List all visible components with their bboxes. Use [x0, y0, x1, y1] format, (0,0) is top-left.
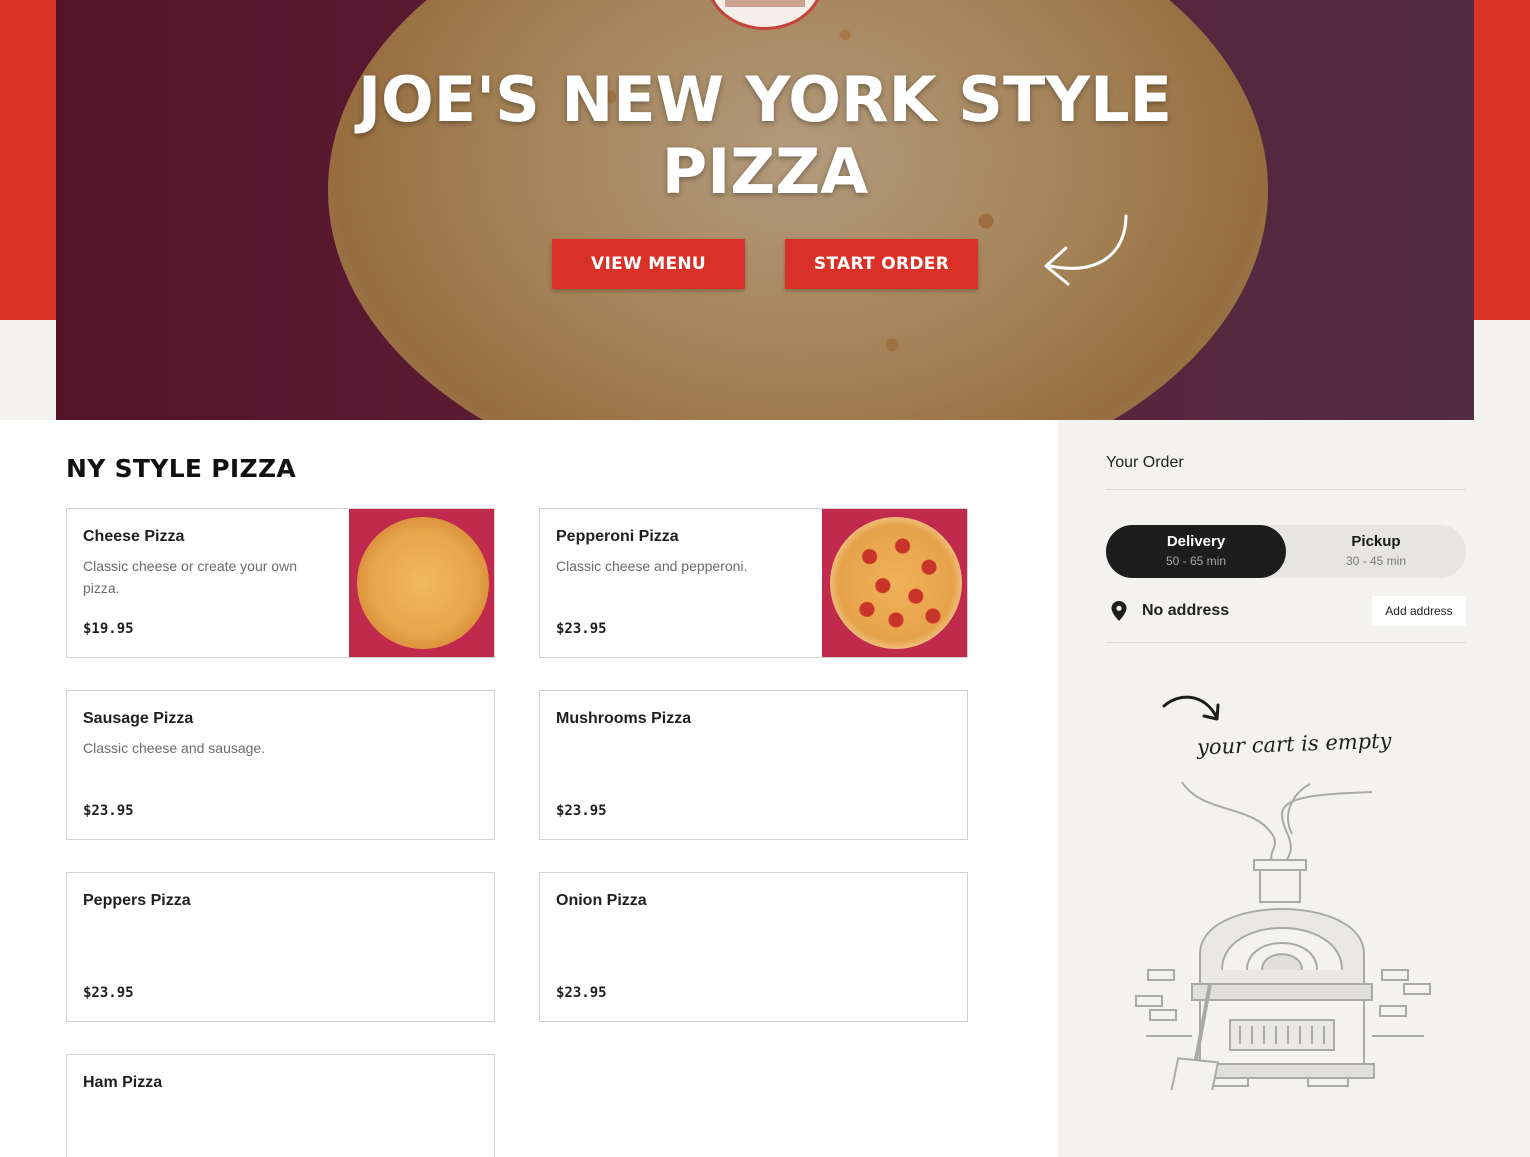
item-name: Ham Pizza [83, 1074, 163, 1091]
menu-item-pepperoni-pizza[interactable]: Pepperoni Pizza Classic cheese and peppe… [539, 508, 968, 658]
item-price: $19.95 [83, 621, 134, 637]
item-price: $23.95 [556, 803, 607, 819]
item-description: Classic cheese and pepperoni. [556, 558, 748, 574]
fulfillment-toggle: Delivery 50 - 65 min Pickup 30 - 45 min [1106, 525, 1466, 578]
item-name: Sausage Pizza [83, 710, 194, 727]
item-name: Mushrooms Pizza [556, 710, 692, 727]
menu-item-ham-pizza[interactable]: Ham Pizza [66, 1054, 495, 1157]
menu-item-onion-pizza[interactable]: Onion Pizza $23.95 [539, 872, 968, 1022]
item-name: Pepperoni Pizza [556, 528, 679, 545]
section-title: NY STYLE PIZZA [66, 454, 297, 483]
address-row: No address Add address [1106, 596, 1466, 626]
delivery-option[interactable]: Delivery 50 - 65 min [1106, 525, 1286, 578]
item-description: Classic cheese and sausage. [83, 740, 266, 756]
empty-cart-message: your cart is empty [1196, 728, 1392, 760]
view-menu-button[interactable]: VIEW MENU [552, 239, 745, 289]
hero-banner: JOE'S NEW YORK STYLE PIZZA VIEW MENU STA… [56, 0, 1474, 420]
address-text: No address [1142, 602, 1230, 619]
pickup-option[interactable]: Pickup 30 - 45 min [1286, 525, 1466, 578]
item-price: $23.95 [83, 985, 134, 1001]
curved-arrow-icon [1162, 695, 1220, 721]
menu-item-mushrooms-pizza[interactable]: Mushrooms Pizza $23.95 [539, 690, 968, 840]
empty-cart-illustration: your cart is empty [1132, 690, 1442, 1090]
menu-item-sausage-pizza[interactable]: Sausage Pizza Classic cheese and sausage… [66, 690, 495, 840]
item-name: Cheese Pizza [83, 528, 185, 545]
start-order-button[interactable]: START ORDER [785, 239, 978, 289]
curved-arrow-icon [1044, 214, 1128, 286]
order-sidebar: Your Order Delivery 50 - 65 min Pickup 3… [1058, 420, 1530, 1157]
pizza-oven-icon [1135, 781, 1431, 1090]
divider [1106, 642, 1466, 643]
order-title: Your Order [1106, 454, 1184, 471]
item-name: Peppers Pizza [83, 892, 191, 909]
location-pin-icon [1111, 601, 1127, 621]
item-description: Classic cheese or create your own pizza. [83, 558, 297, 596]
pepperoni-pizza-image [822, 509, 967, 657]
menu-item-cheese-pizza[interactable]: Cheese Pizza Classic cheese or create yo… [66, 508, 495, 658]
divider [1106, 489, 1466, 490]
item-price: $23.95 [556, 621, 607, 637]
item-price: $23.95 [83, 803, 134, 819]
item-name: Onion Pizza [556, 892, 647, 909]
restaurant-title: JOE'S NEW YORK STYLE PIZZA [357, 63, 1173, 208]
cheese-pizza-image [349, 509, 494, 657]
add-address-button[interactable]: Add address [1372, 596, 1466, 626]
item-price: $23.95 [556, 985, 607, 1001]
menu-item-peppers-pizza[interactable]: Peppers Pizza $23.95 [66, 872, 495, 1022]
